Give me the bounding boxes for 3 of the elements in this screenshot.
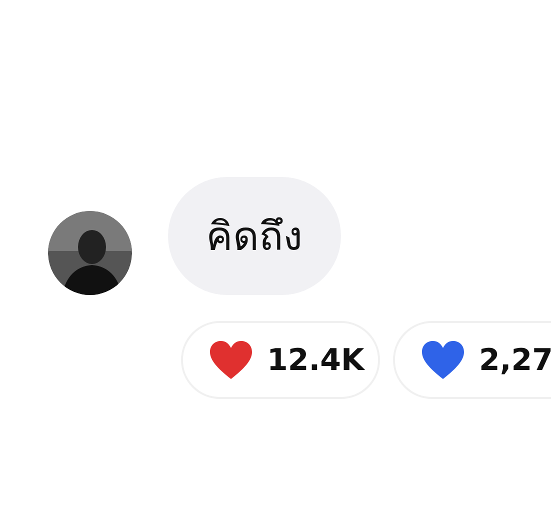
reaction-button[interactable]: 12.4K xyxy=(181,321,380,399)
message-bubble: คิดถึง xyxy=(168,177,341,295)
reaction-button[interactable]: 2,27 xyxy=(393,321,551,399)
